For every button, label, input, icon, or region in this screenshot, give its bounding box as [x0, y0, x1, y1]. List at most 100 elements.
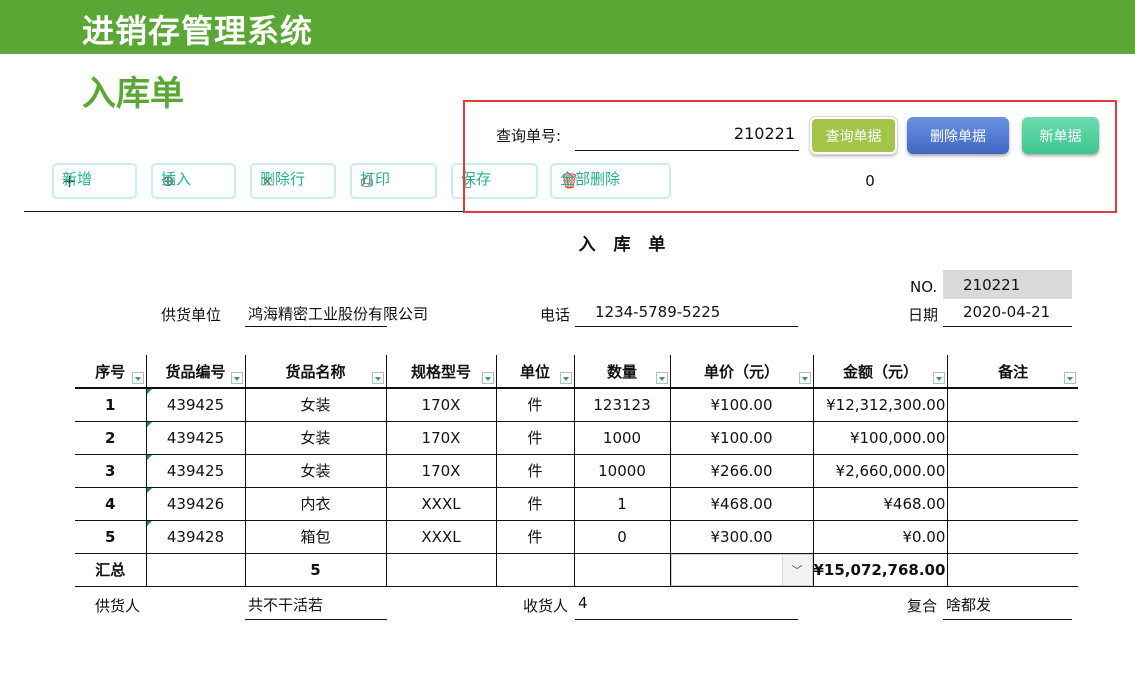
- print-button[interactable]: ⎙ 打印: [350, 163, 437, 199]
- filter-dropdown-icon[interactable]: [798, 372, 811, 384]
- table-cell[interactable]: [574, 553, 671, 587]
- table-cell[interactable]: 170X: [386, 454, 497, 488]
- table-cell[interactable]: 439425: [146, 388, 246, 422]
- summary-select[interactable]: ﹀: [670, 553, 813, 586]
- table-cell[interactable]: 女装: [245, 454, 387, 488]
- cell-note-marker: [146, 454, 152, 460]
- table-cell[interactable]: 内衣: [245, 487, 387, 521]
- header-bar: 进销存管理系统: [0, 0, 1135, 54]
- table-row: 2 439425 女装 170X 件 1000 ¥100.00 ¥100,000…: [75, 421, 1078, 455]
- table-cell[interactable]: ¥266.00: [670, 454, 814, 488]
- table-cell[interactable]: 0: [574, 520, 671, 554]
- add-button[interactable]: + 新增: [52, 163, 137, 199]
- receiver-field[interactable]: 4: [575, 594, 798, 620]
- table-cell[interactable]: [146, 553, 246, 587]
- insert-button[interactable]: ⊕ 插入: [151, 163, 236, 199]
- column-header[interactable]: 货品名称: [245, 355, 387, 389]
- table-cell[interactable]: 170X: [386, 388, 497, 422]
- no-label: NO.: [910, 278, 938, 296]
- delete-row-button[interactable]: × 删除行: [250, 163, 336, 199]
- filter-dropdown-icon[interactable]: [230, 372, 243, 384]
- table-header-row: 序号 货品编号 货品名称 规格型号 单位 数量 单价（元） 金额（元） 备注: [75, 355, 1078, 389]
- table-cell[interactable]: [947, 388, 1078, 422]
- document-title: 入 库 单: [578, 235, 672, 255]
- toolbar-divider: [24, 211, 464, 212]
- filter-dropdown-icon[interactable]: [371, 372, 384, 384]
- table-cell[interactable]: 件: [496, 388, 575, 422]
- new-document-button[interactable]: 新单据: [1022, 117, 1099, 154]
- page-title: 入库单: [82, 74, 184, 114]
- table-cell[interactable]: 女装: [245, 421, 387, 455]
- table-cell[interactable]: ¥100.00: [670, 388, 814, 422]
- supplier-person-label: 供货人: [95, 597, 141, 615]
- table-cell[interactable]: [947, 454, 1078, 488]
- summary-count: 5: [245, 553, 387, 587]
- table-cell[interactable]: [947, 520, 1078, 554]
- query-number-input[interactable]: [575, 117, 799, 151]
- filter-dropdown-icon[interactable]: [933, 372, 946, 384]
- table-cell[interactable]: 件: [496, 421, 575, 455]
- table-cell[interactable]: 1: [574, 487, 671, 521]
- column-header[interactable]: 备注: [947, 355, 1078, 389]
- table-cell[interactable]: 123123: [574, 388, 671, 422]
- table-cell[interactable]: ¥12,312,300.00: [813, 388, 949, 422]
- table-cell[interactable]: ¥468.00: [670, 487, 814, 521]
- items-table: 序号 货品编号 货品名称 规格型号 单位 数量 单价（元） 金额（元） 备注 1…: [75, 355, 1078, 587]
- table-cell[interactable]: [496, 553, 575, 587]
- table-cell[interactable]: 439426: [146, 487, 246, 521]
- table-cell[interactable]: 4: [75, 487, 147, 521]
- column-header[interactable]: 单价（元）: [670, 355, 814, 389]
- checker-field[interactable]: 啥都发: [943, 594, 1072, 620]
- column-header[interactable]: 数量: [574, 355, 671, 389]
- table-cell[interactable]: 170X: [386, 421, 497, 455]
- column-header[interactable]: 金额（元）: [813, 355, 949, 389]
- table-cell[interactable]: 439425: [146, 421, 246, 455]
- summary-label: 汇总: [75, 553, 147, 587]
- table-cell[interactable]: ¥100.00: [670, 421, 814, 455]
- filter-dropdown-icon[interactable]: [481, 372, 494, 384]
- table-cell[interactable]: [947, 553, 1078, 587]
- column-header[interactable]: 序号: [75, 355, 147, 389]
- table-cell[interactable]: 3: [75, 454, 147, 488]
- table-cell[interactable]: 1: [75, 388, 147, 422]
- table-cell[interactable]: 10000: [574, 454, 671, 488]
- table-cell[interactable]: 439428: [146, 520, 246, 554]
- table-cell[interactable]: XXXL: [386, 487, 497, 521]
- phone-field[interactable]: 1234-5789-5225: [575, 303, 798, 327]
- table-cell[interactable]: [386, 553, 497, 587]
- table-row: 1 439425 女装 170X 件 123123 ¥100.00 ¥12,31…: [75, 388, 1078, 422]
- table-cell[interactable]: ¥0.00: [813, 520, 949, 554]
- date-field[interactable]: 2020-04-21: [943, 303, 1072, 327]
- table-cell[interactable]: ¥100,000.00: [813, 421, 949, 455]
- filter-dropdown-icon[interactable]: [655, 372, 668, 384]
- column-header[interactable]: 单位: [496, 355, 575, 389]
- supplier-field[interactable]: 鸿海精密工业股份有限公司: [245, 303, 428, 327]
- column-header[interactable]: 规格型号: [386, 355, 497, 389]
- table-cell[interactable]: ¥2,660,000.00: [813, 454, 949, 488]
- table-cell[interactable]: [947, 421, 1078, 455]
- table-cell[interactable]: 件: [496, 454, 575, 488]
- query-document-button[interactable]: 查询单据: [809, 116, 898, 155]
- table-cell[interactable]: 件: [496, 487, 575, 521]
- filter-dropdown-icon[interactable]: [131, 372, 144, 384]
- supplier-person-field[interactable]: 共不干活若: [245, 594, 387, 620]
- chevron-down-icon[interactable]: ﹀: [781, 554, 812, 585]
- table-cell[interactable]: 女装: [245, 388, 387, 422]
- table-cell[interactable]: 2: [75, 421, 147, 455]
- column-header[interactable]: 货品编号: [146, 355, 246, 389]
- table-cell[interactable]: ¥300.00: [670, 520, 814, 554]
- filter-dropdown-icon[interactable]: [1063, 372, 1076, 384]
- document-number[interactable]: 210221: [943, 270, 1072, 299]
- table-cell[interactable]: 5: [75, 520, 147, 554]
- table-cell[interactable]: [947, 487, 1078, 521]
- summary-total: ¥15,072,768.00: [813, 553, 949, 587]
- delete-document-button[interactable]: 删除单据: [907, 117, 1009, 154]
- table-cell[interactable]: 1000: [574, 421, 671, 455]
- table-cell[interactable]: XXXL: [386, 520, 497, 554]
- table-cell[interactable]: 439425: [146, 454, 246, 488]
- filter-dropdown-icon[interactable]: [559, 372, 572, 384]
- table-cell[interactable]: 箱包: [245, 520, 387, 554]
- table-cell[interactable]: ¥468.00: [813, 487, 949, 521]
- summary-dropdown[interactable]: ﹀: [670, 553, 814, 587]
- table-cell[interactable]: 件: [496, 520, 575, 554]
